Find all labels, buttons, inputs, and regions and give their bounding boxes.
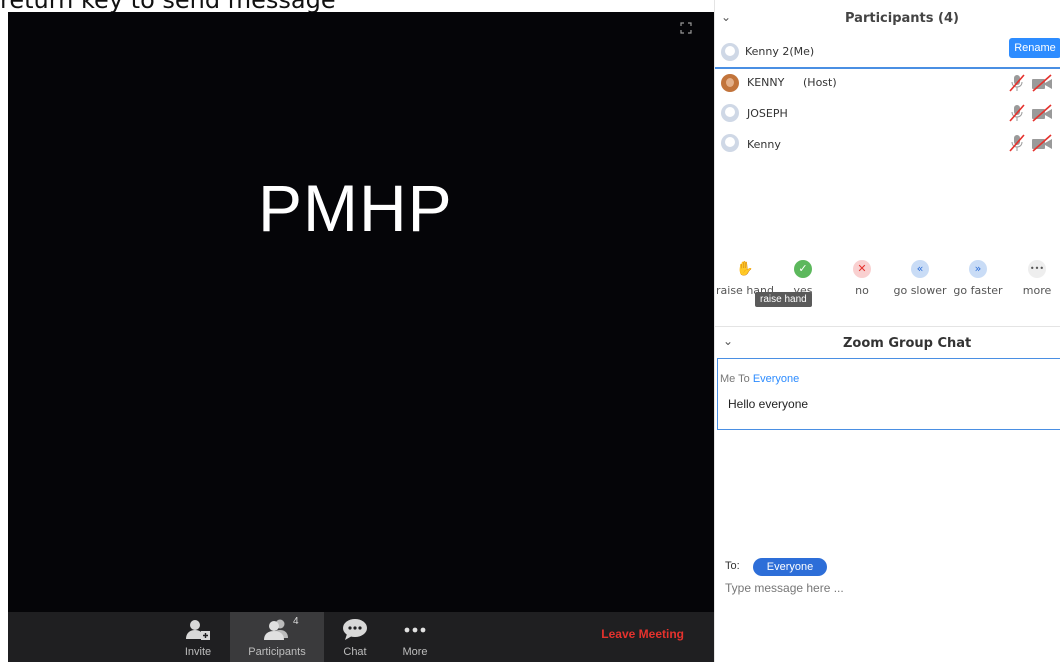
chat-label: Chat	[343, 646, 367, 658]
muted-microphone-icon[interactable]	[1009, 134, 1025, 157]
invite-button[interactable]: Invite	[176, 612, 220, 662]
avatar	[721, 104, 739, 122]
leave-meeting-button[interactable]: Leave Meeting	[601, 627, 684, 641]
participant-name: KENNY	[747, 76, 785, 89]
chat-title: Zoom Group Chat	[843, 336, 972, 351]
side-panel: ⌄ Participants (4) Kenny 2(Me) Rename KE…	[714, 0, 1060, 662]
active-speaker-name: PMHP	[258, 171, 453, 245]
more-button[interactable]: More	[396, 612, 434, 662]
meeting-toolbar: Invite 4 Participants Chat More Leave Me…	[8, 612, 714, 662]
recipient-row: To: Everyone	[725, 558, 827, 576]
participant-row[interactable]: Kenny	[721, 132, 1057, 158]
my-participant-row[interactable]: Kenny 2(Me) Rename	[721, 38, 1060, 66]
raise-hand-icon: ✋	[736, 261, 754, 277]
message-recipient: Everyone	[752, 373, 800, 385]
collapse-participants-chevron-icon[interactable]: ⌄	[721, 10, 731, 24]
more-icon: •••	[1028, 260, 1046, 278]
participants-title: Participants (4)	[845, 11, 959, 26]
participants-label: Participants	[248, 646, 306, 658]
no-button[interactable]: ✕ no	[832, 260, 892, 297]
participant-name: JOSEPH	[747, 107, 788, 120]
chat-bubble-icon	[334, 618, 376, 642]
go-faster-button[interactable]: » go faster	[948, 260, 1008, 297]
avatar	[721, 134, 739, 152]
message-meta: Me To Everyone	[720, 373, 799, 385]
participant-row[interactable]: JOSEPH	[721, 102, 1057, 128]
go-slower-icon: «	[911, 260, 929, 278]
collapse-chat-chevron-icon[interactable]: ⌄	[723, 334, 733, 348]
reaction-label: no	[855, 284, 869, 297]
chat-button[interactable]: Chat	[334, 612, 376, 662]
video-area: PMHP	[8, 12, 714, 612]
raise-hand-tooltip: raise hand	[755, 292, 812, 307]
message-sender: Me To	[720, 373, 753, 385]
participant-name: Kenny	[747, 138, 781, 151]
invite-label: Invite	[184, 646, 212, 658]
go-slower-button[interactable]: « go slower	[890, 260, 950, 297]
participant-role: (Host)	[803, 76, 837, 89]
divider	[715, 67, 1060, 69]
invite-icon	[176, 618, 220, 642]
go-faster-icon: »	[969, 260, 987, 278]
divider	[715, 326, 1060, 327]
reaction-label: go faster	[953, 284, 1003, 297]
recipient-dropdown[interactable]: Everyone	[753, 558, 827, 576]
x-icon: ✕	[853, 260, 871, 278]
muted-microphone-icon[interactable]	[1009, 104, 1025, 127]
video-off-icon[interactable]	[1031, 134, 1053, 157]
video-off-icon[interactable]	[1031, 74, 1053, 97]
muted-microphone-icon[interactable]	[1009, 74, 1025, 97]
more-reactions-button[interactable]: ••• more	[1007, 260, 1060, 297]
rename-button[interactable]: Rename	[1009, 38, 1060, 58]
check-icon: ✓	[794, 260, 812, 278]
chat-message-text: Hello everyone	[728, 397, 809, 411]
more-dots-icon	[396, 618, 434, 642]
video-off-icon[interactable]	[1031, 104, 1053, 127]
participants-button[interactable]: 4 Participants	[230, 612, 324, 662]
my-name: Kenny 2(Me)	[745, 45, 815, 58]
participants-count-badge: 4	[293, 616, 299, 627]
to-label: To:	[725, 560, 740, 572]
participants-icon	[230, 618, 324, 642]
participant-row[interactable]: KENNY (Host)	[721, 72, 1057, 98]
reaction-label: more	[1022, 284, 1052, 297]
chat-message-input[interactable]	[723, 578, 1047, 598]
avatar	[721, 74, 739, 92]
fullscreen-icon[interactable]	[680, 22, 692, 34]
more-label: More	[402, 646, 428, 658]
chat-message-area: Me To Everyone Hello everyone	[717, 358, 1060, 430]
reaction-label: go slower	[893, 284, 947, 297]
avatar	[721, 43, 739, 61]
